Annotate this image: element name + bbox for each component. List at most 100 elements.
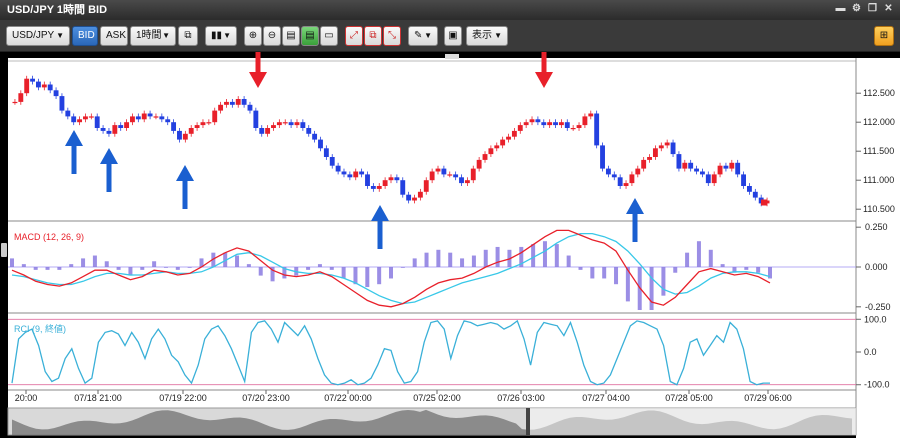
- candle-body: [271, 125, 276, 128]
- macd-tick-label: 0.000: [865, 262, 888, 272]
- candle-body: [511, 130, 517, 137]
- macd-histogram-bar: [163, 267, 168, 268]
- candle-body: [735, 162, 741, 175]
- macd-histogram-bar: [471, 255, 476, 267]
- candle-body: [699, 171, 705, 175]
- time-tick-label: 07/25 02:00: [413, 393, 461, 403]
- last-price-marker: [761, 199, 767, 206]
- candle-body: [124, 122, 130, 128]
- candle-body: [676, 154, 682, 169]
- scroll-handle-top[interactable]: [445, 54, 459, 59]
- time-tick-label: 07/27 04:00: [582, 393, 630, 403]
- candle-body: [394, 177, 400, 181]
- candle-body: [582, 116, 588, 126]
- candle-body: [629, 174, 635, 184]
- buy-arrow: [65, 130, 83, 174]
- candle-body: [664, 142, 670, 146]
- candle-body: [59, 96, 65, 111]
- macd-histogram-bar: [448, 252, 453, 267]
- candle-body: [347, 174, 353, 178]
- candle-body: [400, 180, 406, 195]
- candle-body: [12, 101, 18, 104]
- candle-body: [553, 122, 558, 126]
- arrow-head: [249, 72, 267, 88]
- candle-body: [247, 104, 253, 111]
- navigator-handle: [526, 408, 530, 435]
- rci-line: [11, 319, 770, 386]
- candle-body: [388, 177, 394, 181]
- candle-body: [652, 148, 658, 157]
- macd-histogram-bar: [33, 267, 38, 270]
- candle-body: [100, 128, 106, 131]
- candle-body: [88, 116, 94, 118]
- macd-histogram-bar: [696, 241, 701, 267]
- candle-body: [365, 174, 370, 186]
- candle-body: [265, 128, 271, 134]
- candle-body: [341, 171, 347, 175]
- candle-body: [741, 174, 746, 186]
- candle-body: [276, 122, 282, 126]
- candle-body: [617, 177, 623, 186]
- macd-histogram-bar: [187, 267, 192, 268]
- arrow-head: [176, 165, 194, 181]
- candle-body: [235, 99, 241, 105]
- arrow-shaft: [632, 212, 638, 242]
- macd-histogram-bar: [258, 267, 263, 276]
- time-tick-label: 07/28 05:00: [665, 393, 713, 403]
- macd-histogram-bar: [649, 267, 654, 310]
- candle-body: [517, 125, 523, 131]
- candle-body: [153, 116, 159, 118]
- macd-histogram-bar: [341, 267, 346, 279]
- candle-body: [282, 122, 288, 124]
- arrow-shaft: [255, 52, 261, 74]
- macd-histogram-bar: [92, 255, 97, 267]
- candle-body: [682, 162, 688, 169]
- candle-body: [506, 136, 511, 140]
- navigator[interactable]: [7, 407, 857, 436]
- candle-body: [241, 99, 247, 105]
- macd-histogram-bar: [152, 261, 157, 267]
- time-tick-label: 07/18 21:00: [74, 393, 122, 403]
- macd-histogram-bar: [81, 258, 86, 267]
- buy-arrow: [371, 205, 389, 249]
- macd-histogram-bar: [21, 264, 26, 267]
- candle-body: [717, 165, 723, 175]
- arrow-shaft: [182, 179, 188, 209]
- rci-tick-label: 0.0: [864, 347, 877, 357]
- candle-body: [259, 128, 265, 134]
- candle-body: [447, 174, 453, 176]
- candle-body: [488, 148, 494, 155]
- arrow-head: [100, 148, 118, 164]
- macd-histogram-bar: [578, 267, 583, 270]
- rci-tick-label: -100.0: [864, 380, 890, 390]
- macd-histogram-bar: [353, 267, 358, 285]
- axis-layer: 112.500 112.000 111.500 111.000 110.500 0.250…: [15, 88, 895, 403]
- candle-body: [729, 162, 735, 169]
- macd-panel: [8, 229, 856, 310]
- candle-body: [118, 125, 124, 128]
- candle-body: [294, 122, 300, 126]
- macd-histogram-bar: [708, 249, 713, 267]
- candle-body: [135, 116, 141, 120]
- candle-body: [623, 183, 629, 186]
- rci-tick-label: 100.0: [864, 314, 887, 324]
- macd-histogram-bar: [673, 267, 678, 273]
- macd-histogram-bar: [235, 255, 240, 267]
- candle-body: [558, 122, 564, 126]
- candle-body: [635, 168, 641, 175]
- arrow-head: [371, 205, 389, 221]
- candle-body: [435, 168, 441, 172]
- candle-body: [611, 174, 617, 178]
- candle-body: [600, 145, 605, 169]
- candle-body: [312, 133, 318, 140]
- buy-arrow: [176, 165, 194, 209]
- macd-histogram-bar: [590, 267, 595, 279]
- macd-histogram-bar: [554, 244, 559, 267]
- macd-histogram-bar: [424, 252, 429, 267]
- candle-body: [306, 128, 312, 134]
- candle-body: [71, 116, 77, 123]
- macd-histogram-bar: [329, 267, 334, 270]
- macd-label: MACD (12, 26, 9): [14, 232, 84, 242]
- macd-histogram-bar: [483, 249, 488, 267]
- time-tick-label: 07/29 06:00: [744, 393, 792, 403]
